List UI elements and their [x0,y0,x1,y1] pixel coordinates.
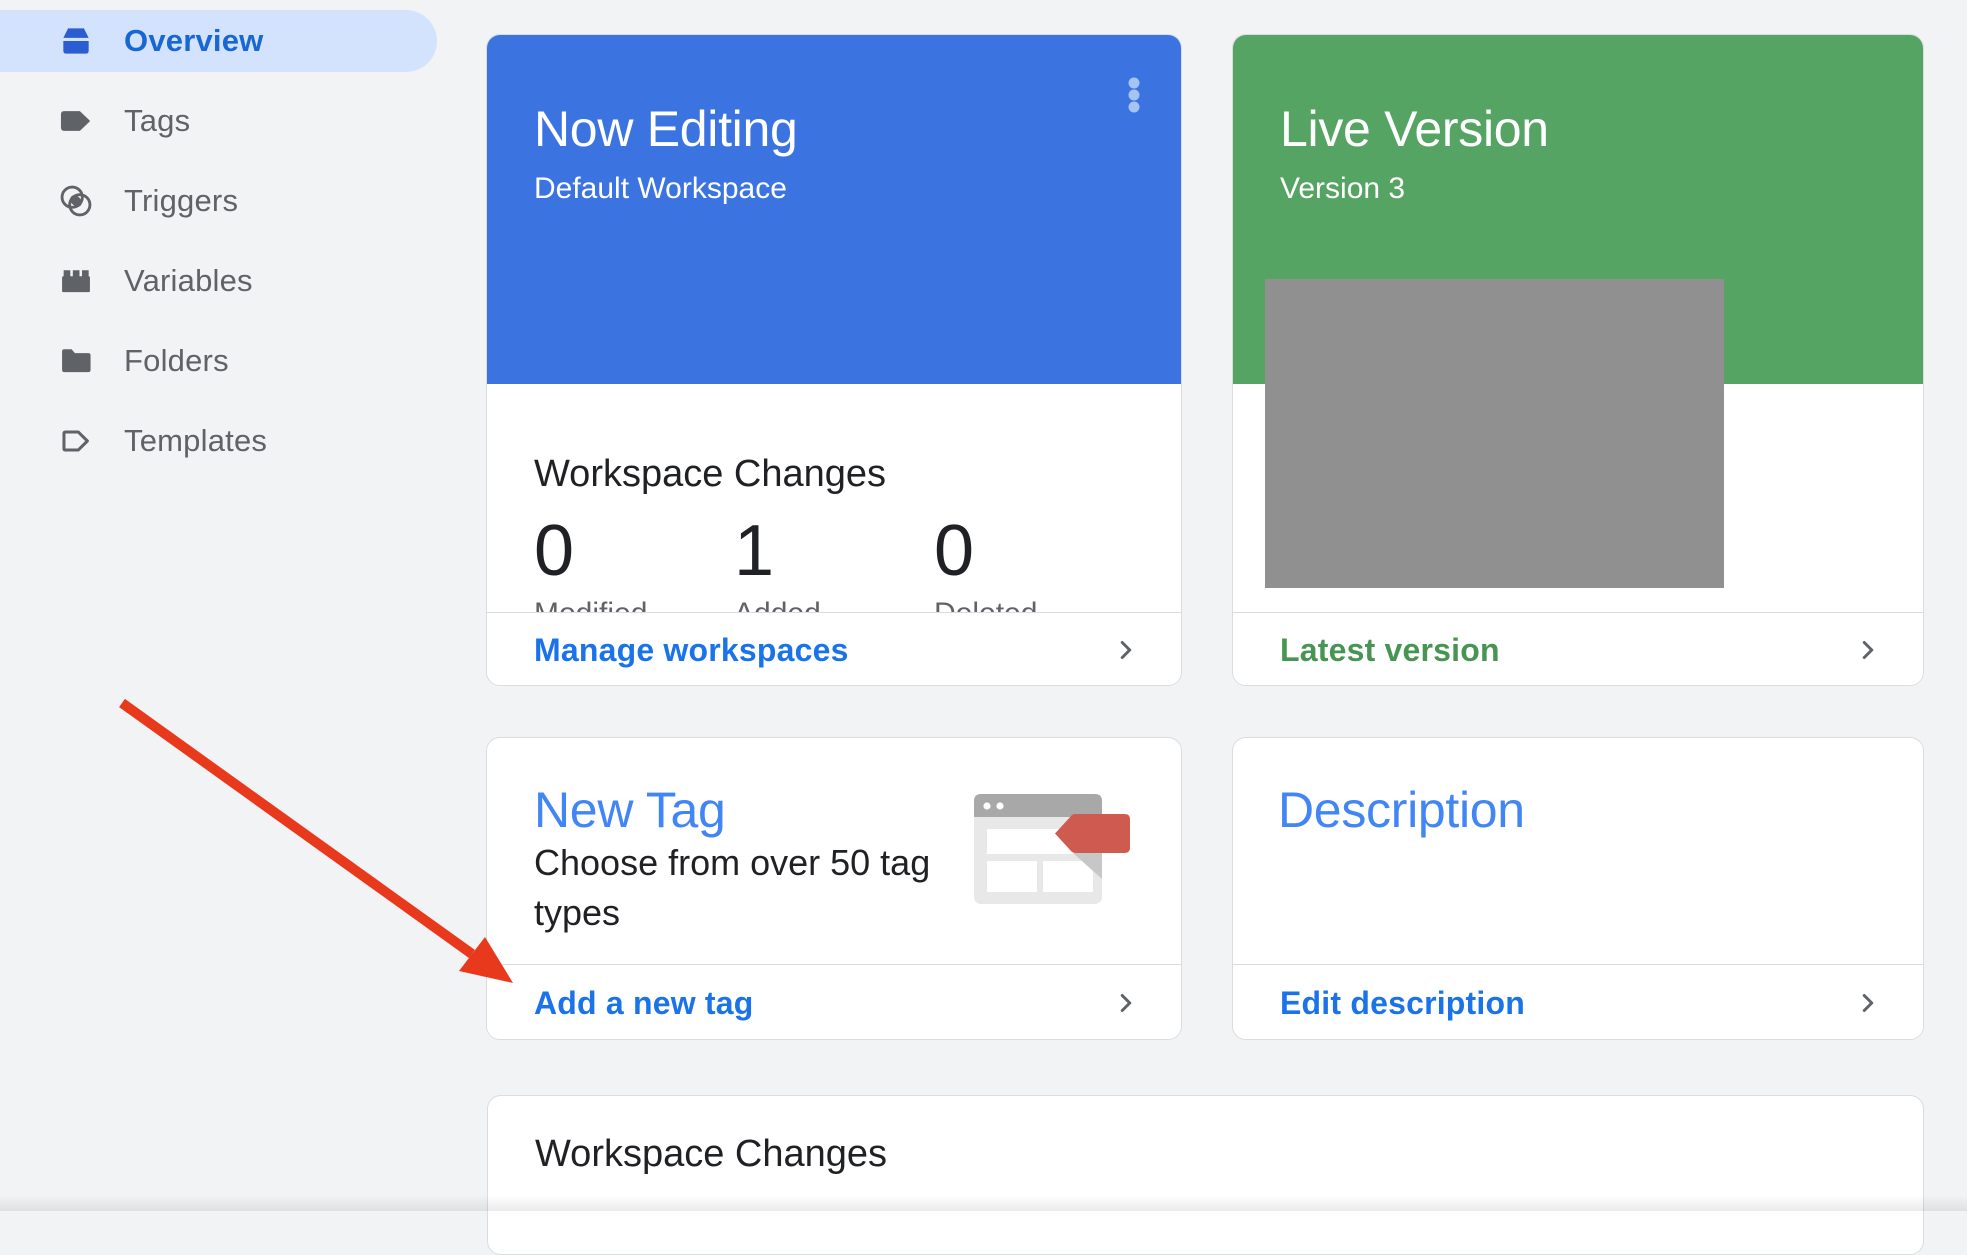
sidebar-item-variables[interactable]: Variables [0,250,460,312]
new-tag-card: New Tag Choose from over 50 tag types Ad… [486,737,1182,1040]
sidebar-item-label: Tags [124,103,190,139]
stat-modified-value: 0 [534,512,734,590]
live-version-title: Live Version [1280,99,1876,159]
more-options-icon[interactable] [1128,77,1140,115]
overview-icon [57,22,95,60]
sidebar-item-folders[interactable]: Folders [0,330,460,392]
stat-added-value: 1 [734,512,934,590]
sidebar-item-label: Overview [124,23,263,59]
live-version-subtitle: Version 3 [1280,167,1876,211]
stat-deleted-value: 0 [934,512,1134,590]
sidebar-item-overview[interactable]: Overview [0,10,460,72]
now-editing-subtitle: Default Workspace [534,167,1134,211]
sidebar-item-templates[interactable]: Templates [0,410,460,472]
live-version-card: Live Version Version 3 Latest version [1232,34,1924,686]
latest-version-link[interactable]: Latest version [1280,632,1500,669]
edit-description-row[interactable]: Edit description [1233,964,1923,1040]
sidebar-item-label: Triggers [124,183,238,219]
description-card: Description Edit description [1232,737,1924,1040]
folder-icon [57,342,95,380]
now-editing-title: Now Editing [534,99,1134,159]
tag-browser-illustration [969,787,1149,917]
now-editing-card: Now Editing Default Workspace Workspace … [486,34,1182,686]
sidebar-item-label: Folders [124,343,229,379]
now-editing-header: Now Editing Default Workspace [487,35,1181,384]
add-new-tag-row[interactable]: Add a new tag [487,964,1181,1040]
template-icon [57,422,95,460]
sidebar-item-triggers[interactable]: Triggers [0,170,460,232]
new-tag-description: Choose from over 50 tag types [534,838,964,938]
sidebar-item-label: Templates [124,423,267,459]
chevron-right-icon [1853,635,1883,665]
triggers-icon [57,182,95,220]
chevron-right-icon [1111,635,1141,665]
sidebar-item-tags[interactable]: Tags [0,90,460,152]
edit-description-link[interactable]: Edit description [1280,985,1525,1022]
variables-icon [57,262,95,300]
manage-workspaces-row[interactable]: Manage workspaces [487,612,1181,686]
description-title: Description [1278,779,1525,841]
workspace-changes-card: Workspace Changes [487,1095,1924,1255]
add-new-tag-link[interactable]: Add a new tag [534,985,754,1022]
workspace-changes-card-title: Workspace Changes [535,1132,887,1176]
manage-workspaces-link[interactable]: Manage workspaces [534,632,849,669]
new-tag-title: New Tag [534,779,726,841]
workspace-changes-section: Workspace Changes 0 Modified 1 Added 0 D… [534,418,1134,632]
sidebar-item-label: Variables [124,263,253,299]
latest-version-row[interactable]: Latest version [1233,612,1923,686]
workspace-changes-heading: Workspace Changes [534,452,1134,496]
chevron-right-icon [1853,988,1883,1018]
chevron-right-icon [1111,988,1141,1018]
redacted-content-block [1265,279,1724,588]
sidebar: Overview Tags Triggers [0,0,480,1211]
tag-icon [57,102,95,140]
